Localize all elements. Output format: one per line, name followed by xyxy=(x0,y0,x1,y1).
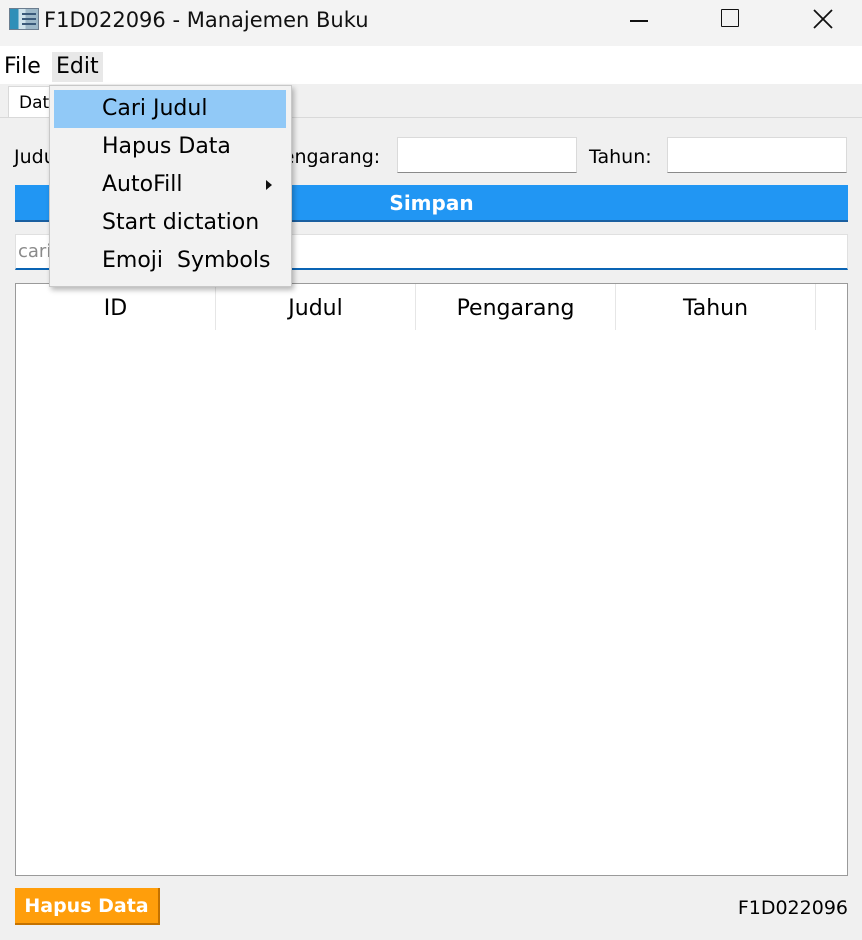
menu-item-cari-judul[interactable]: Cari Judul xyxy=(54,90,286,128)
column-header-pengarang[interactable]: Pengarang xyxy=(416,284,616,330)
book-table[interactable]: ID Judul Pengarang Tahun xyxy=(15,283,848,876)
column-header-judul[interactable]: Judul xyxy=(216,284,416,330)
submenu-arrow-icon xyxy=(266,180,272,190)
close-button[interactable] xyxy=(776,0,862,40)
minimize-button[interactable] xyxy=(594,0,686,40)
tahun-input[interactable] xyxy=(667,137,847,173)
pengarang-input[interactable] xyxy=(397,137,577,173)
tahun-label: Tahun: xyxy=(589,146,652,168)
menu-item-autofill[interactable]: AutoFill xyxy=(54,166,286,204)
window-title: F1D022096 - Manajemen Buku xyxy=(44,8,369,32)
student-id-label: F1D022096 xyxy=(737,897,848,919)
menu-item-label: Hapus Data xyxy=(102,134,231,159)
edit-menu-dropdown: Cari Judul Hapus Data AutoFill Start dic… xyxy=(49,85,292,287)
menu-item-hapus-data[interactable]: Hapus Data xyxy=(54,128,286,166)
menu-item-label: Cari Judul xyxy=(102,96,208,121)
title-bar: F1D022096 - Manajemen Buku xyxy=(0,0,862,46)
menu-edit[interactable]: Edit xyxy=(52,52,103,82)
menu-item-label: Emoji Symbols xyxy=(102,248,271,273)
maximize-button[interactable] xyxy=(684,0,776,40)
close-icon xyxy=(813,9,833,29)
menu-item-start-dictation[interactable]: Start dictation xyxy=(54,204,286,242)
column-header-tahun[interactable]: Tahun xyxy=(616,284,816,330)
menu-item-emoji-symbols[interactable]: Emoji Symbols xyxy=(54,242,286,280)
hapus-data-button[interactable]: Hapus Data xyxy=(15,888,160,925)
menu-item-label: Start dictation xyxy=(102,210,260,235)
column-header-id[interactable]: ID xyxy=(16,284,216,330)
menu-file[interactable]: File xyxy=(0,52,45,82)
app-icon xyxy=(9,8,39,30)
menu-bar: File Edit xyxy=(0,46,862,84)
menu-item-label: AutoFill xyxy=(102,172,183,197)
